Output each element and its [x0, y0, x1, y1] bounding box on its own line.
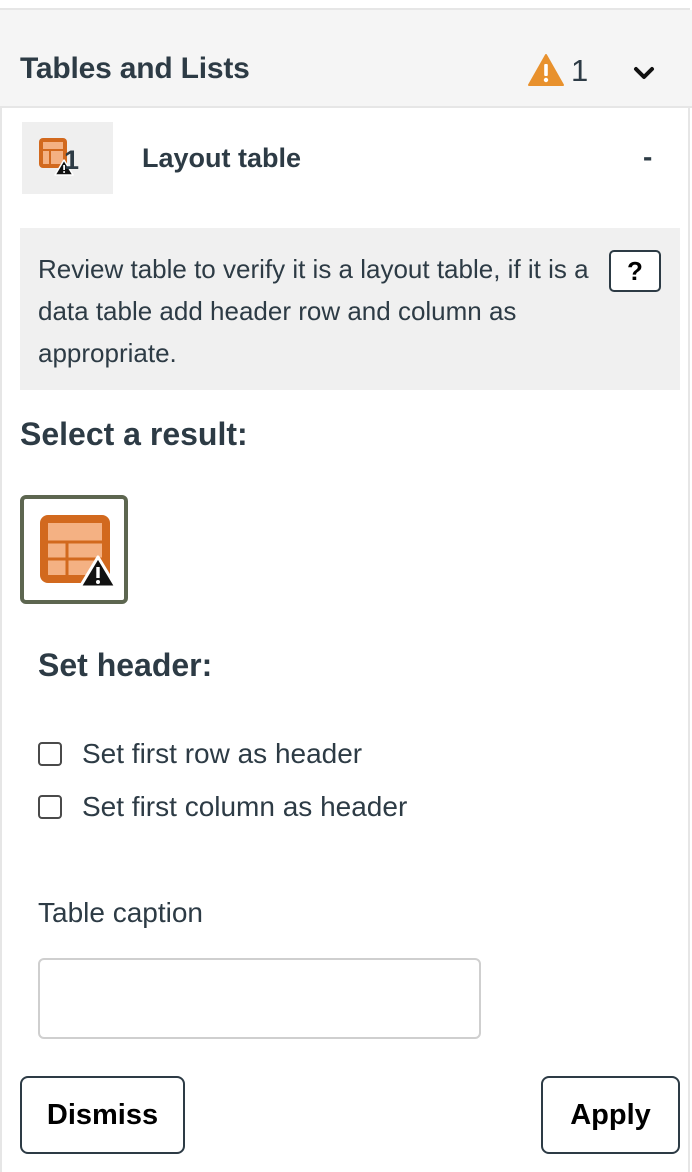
table-caption-label: Table caption — [38, 897, 204, 928]
select-result-heading: Select a result: — [20, 416, 248, 452]
dismiss-button[interactable]: Dismiss — [20, 1076, 185, 1154]
set-header-heading: Set header: — [38, 647, 213, 683]
section-header[interactable]: Tables and Lists 1 — [0, 10, 692, 108]
table-caption-input[interactable] — [38, 958, 481, 1039]
first-row-header-label[interactable]: Set first row as header — [82, 738, 362, 770]
warning-triangle-icon — [528, 54, 564, 86]
first-column-header-label[interactable]: Set first column as header — [82, 791, 407, 823]
chevron-down-icon[interactable] — [630, 60, 658, 86]
layout-table-warning-icon — [40, 515, 114, 589]
issue-description: Review table to verify it is a layout ta… — [38, 254, 589, 368]
first-column-header-option[interactable]: Set first column as header — [38, 791, 407, 823]
first-row-header-option[interactable]: Set first row as header — [38, 738, 362, 770]
warning-count: 1 — [571, 53, 589, 88]
help-button[interactable]: ? — [609, 250, 661, 292]
first-row-header-checkbox[interactable] — [38, 742, 62, 766]
issue-title: Layout table — [142, 143, 302, 173]
section-title: Tables and Lists — [20, 52, 250, 85]
issue-count: 1 — [64, 145, 80, 175]
issue-description-panel: Review table to verify it is a layout ta… — [20, 228, 680, 390]
result-option-layout-table[interactable] — [20, 495, 128, 604]
issue-status: - — [643, 141, 653, 172]
first-column-header-checkbox[interactable] — [38, 795, 62, 819]
apply-button[interactable]: Apply — [541, 1076, 680, 1154]
